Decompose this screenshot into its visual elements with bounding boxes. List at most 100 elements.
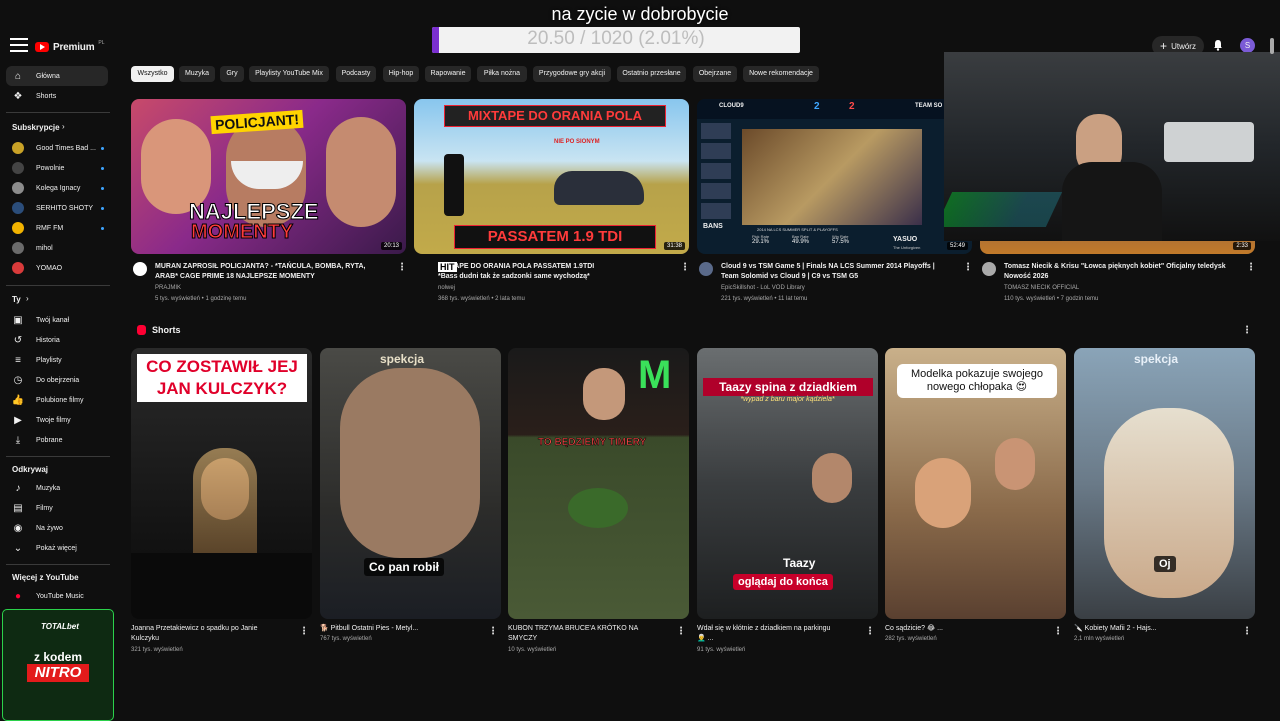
shorts-more-icon[interactable]: ⋮: [1242, 325, 1252, 336]
channel-avatar: [12, 182, 24, 194]
short-overlay-text: Modelka pokazuje swojego nowego chłopaka…: [897, 364, 1057, 398]
filter-chip[interactable]: Obejrzane: [693, 66, 737, 82]
sidebar-item[interactable]: ❖ Shorts: [6, 86, 108, 106]
subscription-item[interactable]: mihol: [6, 238, 108, 258]
channel-avatar[interactable]: [982, 262, 996, 276]
sidebar-item[interactable]: ↺ Historia: [6, 330, 108, 350]
more-options-icon[interactable]: ⋮: [865, 626, 875, 637]
more-options-icon[interactable]: ⋮: [676, 626, 686, 637]
subscription-item[interactable]: SERHITO SHOTY: [6, 198, 108, 218]
video-thumbnail[interactable]: POLICJANT! NAJLEPSZE MOMENTY 20:13: [131, 99, 406, 254]
sidebar-item[interactable]: ◉ Na żywo: [6, 518, 108, 538]
short-thumbnail[interactable]: spekcja Co pan robił: [320, 348, 501, 619]
more-options-icon[interactable]: ⋮: [1242, 626, 1252, 637]
new-content-dot: [101, 227, 104, 230]
subscription-label: Kolega Ignacy: [36, 184, 81, 192]
face-shape: [326, 117, 396, 227]
channel-name[interactable]: nolwej: [438, 283, 455, 293]
short-views: 10 tys. wyświetleń: [508, 647, 557, 653]
filter-chip[interactable]: Przygodowe gry akcji: [533, 66, 611, 82]
channel-name[interactable]: EpicSkillshot - LoL VOD Library: [721, 283, 805, 293]
channel-name[interactable]: TOMASZ NIECIK OFFICIAL: [1004, 283, 1079, 293]
video-title[interactable]: Cloud 9 vs TSM Game 5 | Finals NA LCS Su…: [721, 262, 961, 282]
video-duration: 2:33: [1233, 242, 1251, 250]
short-thumbnail[interactable]: spekcja Oj: [1074, 348, 1255, 619]
video-title[interactable]: MIXTAPE DO ORANIA POLA PASSATEM 1.9TDI *B…: [438, 262, 678, 282]
filter-chip[interactable]: Muzyka: [179, 66, 215, 82]
sidebar-item[interactable]: ♪ Muzyka: [6, 478, 108, 498]
you-header[interactable]: Ty: [12, 295, 21, 304]
filter-chip[interactable]: Rapowanie: [425, 66, 471, 82]
video-thumbnail[interactable]: CLOUD9 2 2 TEAM SO BANS 2014 NA LCS SUMM…: [697, 99, 972, 254]
more-options-icon[interactable]: ⋮: [397, 262, 407, 273]
channel-avatar: [12, 162, 24, 174]
video-title[interactable]: MURAN ZAPROSIŁ POLICJANTA? - *TAŃCULA, B…: [155, 262, 395, 282]
short-thumbnail[interactable]: Taazy spina z dziadkiem *wypad z baru ma…: [697, 348, 878, 619]
more-options-icon[interactable]: ⋮: [1053, 626, 1063, 637]
sidebar-item[interactable]: ⤓ Pobrane: [6, 430, 108, 450]
more-options-icon[interactable]: ⋮: [1246, 262, 1256, 273]
sidebar-item[interactable]: ◷ Do obejrzenia: [6, 370, 108, 390]
more-options-icon[interactable]: ⋮: [299, 626, 309, 637]
channel-avatar: [12, 222, 24, 234]
subscription-item[interactable]: Powolnie: [6, 158, 108, 178]
sidebar-item-label: Filmy: [36, 504, 53, 512]
filter-chip[interactable]: Ostatnio przesłane: [617, 66, 686, 82]
sidebar-item[interactable]: ● YouTube Music: [6, 586, 108, 606]
subscription-item[interactable]: RMF FM: [6, 218, 108, 238]
filter-chip[interactable]: Gry: [220, 66, 244, 82]
short-caption: Oj: [1154, 556, 1176, 572]
short-thumbnail[interactable]: Modelka pokazuje swojego nowego chłopaka…: [885, 348, 1066, 619]
short-overlay-text: CO ZOSTAWIŁ JEJ JAN KULCZYK?: [137, 354, 307, 402]
face-shape: [583, 368, 625, 420]
sidebar-item[interactable]: ⌄ Pokaż więcej: [6, 538, 108, 558]
more-options-icon[interactable]: ⋮: [963, 262, 973, 273]
sidebar-item[interactable]: ▶ Twoje filmy: [6, 410, 108, 430]
video-thumbnail[interactable]: MIXTAPE DO ORANIA POLA NIE PO SIONYM PAS…: [414, 99, 689, 254]
channel-avatar[interactable]: [699, 262, 713, 276]
filter-chip[interactable]: Nowe rekomendacje: [743, 66, 819, 82]
subscription-item[interactable]: Kolega Ignacy: [6, 178, 108, 198]
short-title[interactable]: 🐕 Pitbull Ostatni Pies - Metyl...: [320, 624, 485, 634]
scrollbar-thumb[interactable]: [1270, 38, 1274, 54]
filter-chip[interactable]: Podcasty: [336, 66, 376, 82]
team-left-label: CLOUD9: [719, 103, 744, 109]
sidebar-item-label: Polubione filmy: [36, 396, 84, 404]
subscription-label: RMF FM: [36, 224, 64, 232]
more-options-icon[interactable]: ⋮: [488, 626, 498, 637]
short-thumbnail[interactable]: M TO BĘDZIEMY TIMERY: [508, 348, 689, 619]
sidebar-item[interactable]: ▣ Twój kanał: [6, 310, 108, 330]
sidebar-item[interactable]: ⌂ Główna: [6, 66, 108, 86]
short-title[interactable]: KUBON TRZYMA BRUCE'A KRÓTKO NA SMYCZY: [508, 624, 673, 644]
account-avatar[interactable]: S: [1240, 38, 1255, 53]
video-title[interactable]: Tomasz Niecik & Krisu "Łowca pięknych ko…: [1004, 262, 1244, 282]
short-title-line: 🔪 Kobiety Mafii 2 - Hajs...: [1074, 625, 1157, 632]
sidebar-item[interactable]: ≡ Playlisty: [6, 350, 108, 370]
short-title[interactable]: Co sądzicie? 😂 ...: [885, 624, 1050, 634]
subscriptions-header[interactable]: Subskrypcje: [12, 123, 60, 132]
video-title-line: MURAN ZAPROSIŁ POLICJANTA? - *TAŃCULA, B…: [155, 263, 366, 270]
filter-chip[interactable]: Piłka nożna: [477, 66, 527, 82]
short-title[interactable]: Joanna Przetakiewicz o spadku po Janie Ku…: [131, 624, 296, 644]
subscription-item[interactable]: YOMAO: [6, 258, 108, 278]
video-title-line: MIXTAPE DO ORANIA POLA PASSATEM 1.9TDI: [438, 263, 595, 270]
explore-header: Odkrywaj: [12, 465, 49, 474]
new-content-dot: [101, 187, 104, 190]
filter-chip[interactable]: Playlisty YouTube Mix: [249, 66, 329, 82]
subscription-item[interactable]: Good Times Bad ...: [6, 138, 108, 158]
channel-name[interactable]: PRAJMIK: [155, 283, 181, 293]
notifications-bell-icon[interactable]: [1212, 39, 1224, 51]
sidebar-item[interactable]: ▤ Filmy: [6, 498, 108, 518]
short-title[interactable]: 🔪 Kobiety Mafii 2 - Hajs...: [1074, 624, 1239, 634]
youtube-premium-logo[interactable]: Premium PL: [35, 40, 105, 54]
channel-avatar[interactable]: [133, 262, 147, 276]
more-options-icon[interactable]: ⋮: [680, 262, 690, 273]
chevron-right-icon: ›: [62, 122, 65, 131]
promo-code: NITRO: [27, 664, 89, 682]
filter-chip[interactable]: Hip-hop: [383, 66, 419, 82]
short-thumbnail[interactable]: CO ZOSTAWIŁ JEJ JAN KULCZYK?: [131, 348, 312, 619]
sidebar-item[interactable]: 👍 Polubione filmy: [6, 390, 108, 410]
short-title[interactable]: Wdał się w kłótnie z dziadkiem na parkin…: [697, 624, 862, 644]
menu-icon[interactable]: [10, 38, 28, 52]
filter-chip[interactable]: Wszystko: [131, 66, 174, 82]
